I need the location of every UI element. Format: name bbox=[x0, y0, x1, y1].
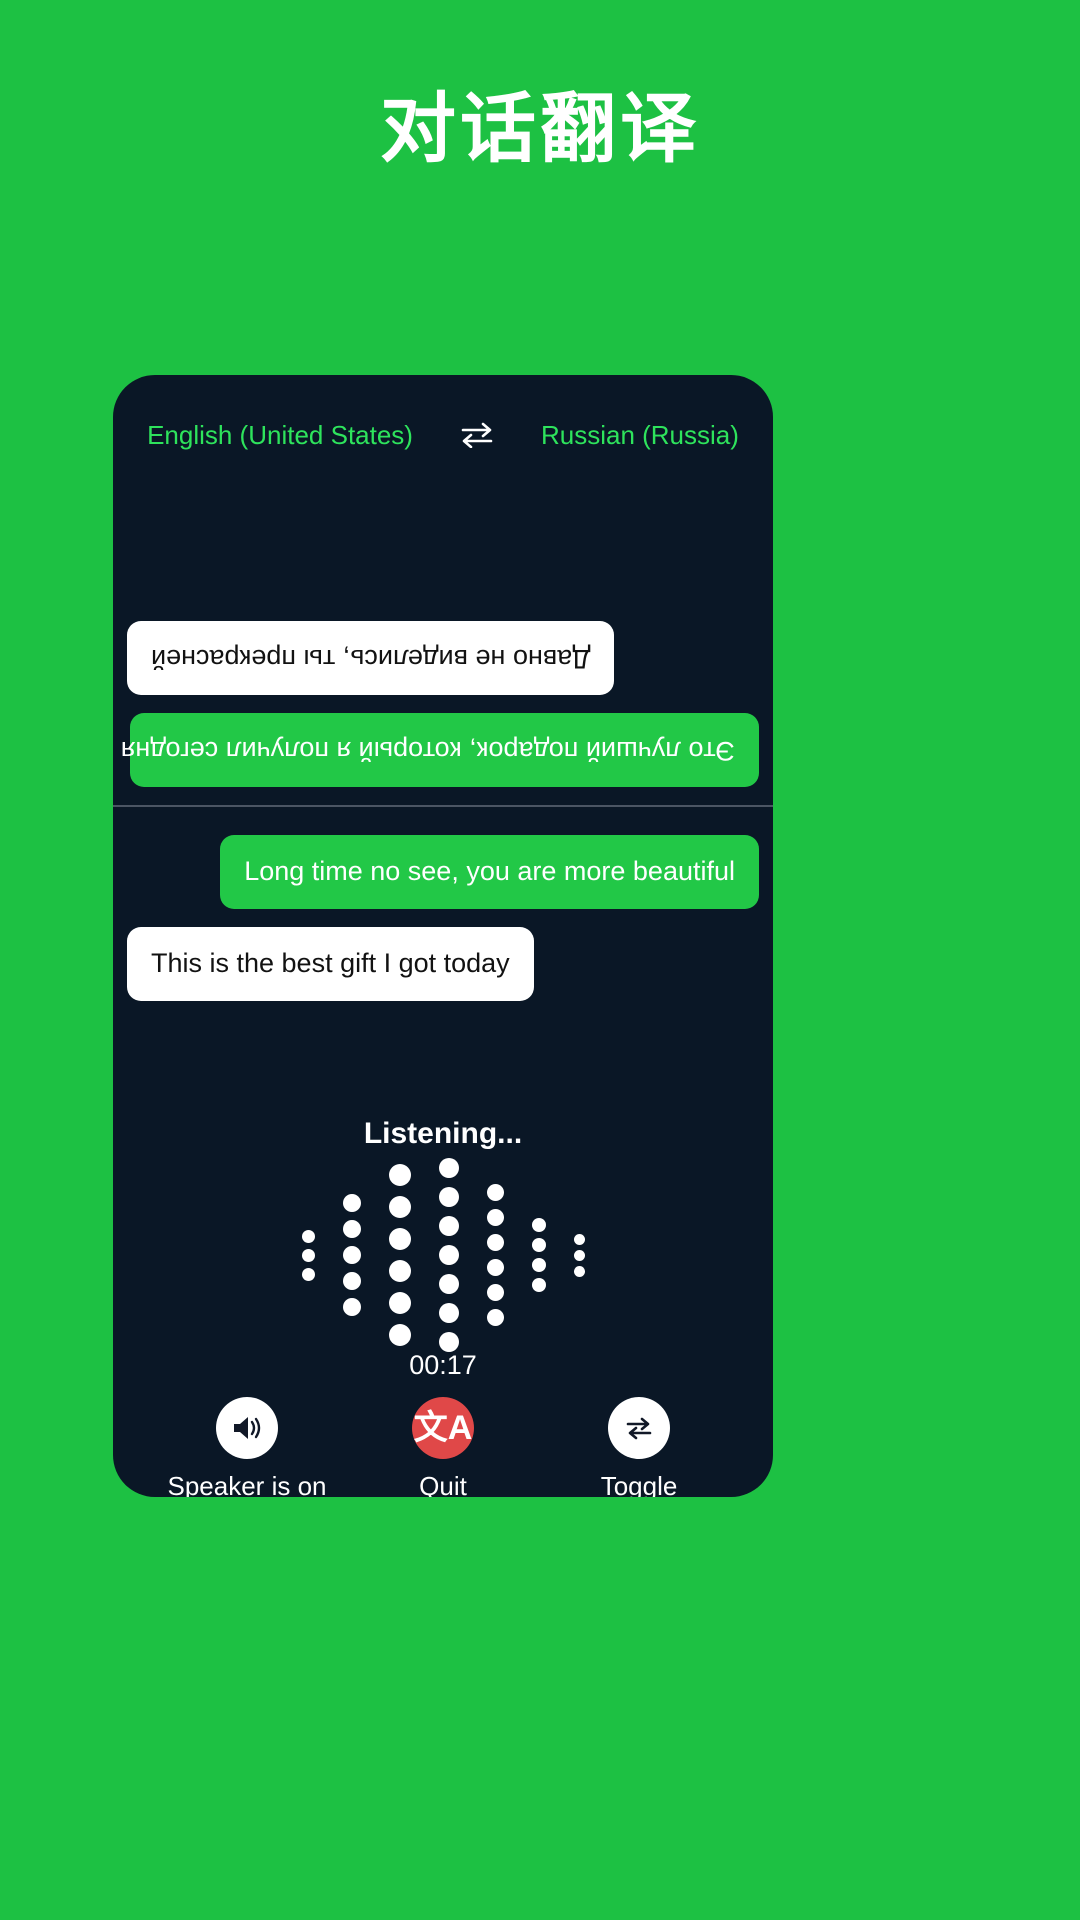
source-language-label[interactable]: English (United States) bbox=[147, 420, 413, 451]
visualizer-dot bbox=[486, 1184, 504, 1201]
visualizer-column bbox=[438, 1158, 459, 1352]
speaker-button-label: Speaker is on bbox=[167, 1471, 327, 1497]
visualizer-dot bbox=[342, 1220, 361, 1238]
visualizer-dot bbox=[531, 1278, 546, 1292]
visualizer-dot bbox=[531, 1218, 546, 1232]
visualizer-dot bbox=[438, 1303, 459, 1323]
page-title: 对话翻译 bbox=[380, 87, 700, 172]
message-bubble[interactable]: Это лучший подарок, который я получил се… bbox=[121, 713, 759, 787]
speaker-button[interactable]: Speaker is on bbox=[149, 1397, 345, 1497]
visualizer-dot bbox=[573, 1233, 585, 1245]
visualizer-dot bbox=[486, 1209, 504, 1226]
message-bubble[interactable]: Long time no see, you are more beautiful bbox=[220, 835, 759, 909]
target-language-label[interactable]: Russian (Russia) bbox=[541, 420, 739, 451]
recording-timer: 00:17 bbox=[409, 1350, 477, 1380]
visualizer-column bbox=[486, 1184, 504, 1326]
local-conversation-panel: Long time no see, you are more beautiful… bbox=[113, 807, 773, 1107]
visualizer-dot bbox=[573, 1265, 585, 1277]
visualizer-dot bbox=[342, 1194, 361, 1212]
visualizer-dot bbox=[438, 1216, 459, 1236]
visualizer-dot bbox=[388, 1260, 411, 1282]
visualizer-column bbox=[388, 1164, 411, 1346]
visualizer-dot bbox=[342, 1272, 361, 1290]
visualizer-dot bbox=[388, 1164, 411, 1186]
message-bubble[interactable]: Давно не виделись, ты прекрасней bbox=[127, 621, 615, 696]
visualizer-dot bbox=[342, 1246, 361, 1264]
quit-button[interactable]: 文A Quit bbox=[345, 1397, 541, 1497]
visualizer-column bbox=[301, 1229, 315, 1281]
listening-status: Listening... bbox=[363, 1117, 523, 1150]
toggle-button[interactable]: Toggle bbox=[541, 1397, 737, 1497]
message-row: Давно не виделись, ты прекрасней bbox=[127, 621, 759, 696]
visualizer-dot bbox=[438, 1332, 459, 1352]
phone-panel: English (United States) Russian (Russia)… bbox=[113, 375, 773, 1497]
visualizer-dot bbox=[438, 1187, 459, 1207]
visualizer-dot bbox=[438, 1274, 459, 1294]
visualizer-dot bbox=[301, 1229, 315, 1243]
visualizer-column bbox=[531, 1218, 546, 1292]
audio-visualizer bbox=[113, 1158, 773, 1352]
visualizer-dot bbox=[486, 1234, 504, 1251]
visualizer-column bbox=[573, 1233, 585, 1277]
visualizer-dot bbox=[531, 1238, 546, 1252]
visualizer-dot bbox=[301, 1267, 315, 1281]
visualizer-dot bbox=[388, 1324, 411, 1346]
speaker-on-icon[interactable] bbox=[216, 1397, 278, 1459]
visualizer-dot bbox=[438, 1158, 459, 1178]
visualizer-dot bbox=[388, 1292, 411, 1314]
toggle-button-label: Toggle bbox=[600, 1471, 678, 1497]
message-bubble[interactable]: This is the best gift I got today bbox=[127, 926, 534, 1001]
translate-icon[interactable]: 文A bbox=[412, 1397, 474, 1459]
message-row: Это лучший подарок, который я получил се… bbox=[121, 713, 759, 787]
visualizer-dot bbox=[486, 1284, 504, 1301]
visualizer-dot bbox=[342, 1298, 361, 1316]
toggle-swap-icon[interactable] bbox=[608, 1397, 670, 1459]
visualizer-dot bbox=[388, 1228, 411, 1250]
visualizer-dot bbox=[438, 1245, 459, 1265]
visualizer-column bbox=[342, 1194, 361, 1316]
message-row: This is the best gift I got today bbox=[127, 926, 759, 1001]
visualizer-dot bbox=[486, 1309, 504, 1326]
visualizer-dot bbox=[573, 1249, 585, 1261]
control-bar: Speaker is on 文A Quit Toggle bbox=[113, 1397, 773, 1497]
visualizer-dot bbox=[388, 1196, 411, 1218]
visualizer-dot bbox=[301, 1248, 315, 1262]
quit-button-label: Quit bbox=[419, 1471, 467, 1497]
visualizer-dot bbox=[531, 1258, 546, 1272]
translate-glyph: 文A bbox=[413, 1409, 473, 1447]
remote-conversation-panel: Это лучший подарок, который я получил се… bbox=[113, 453, 773, 805]
swap-horizontal-icon[interactable] bbox=[459, 420, 495, 450]
message-row: Long time no see, you are more beautiful bbox=[127, 835, 759, 909]
visualizer-dot bbox=[486, 1259, 504, 1276]
